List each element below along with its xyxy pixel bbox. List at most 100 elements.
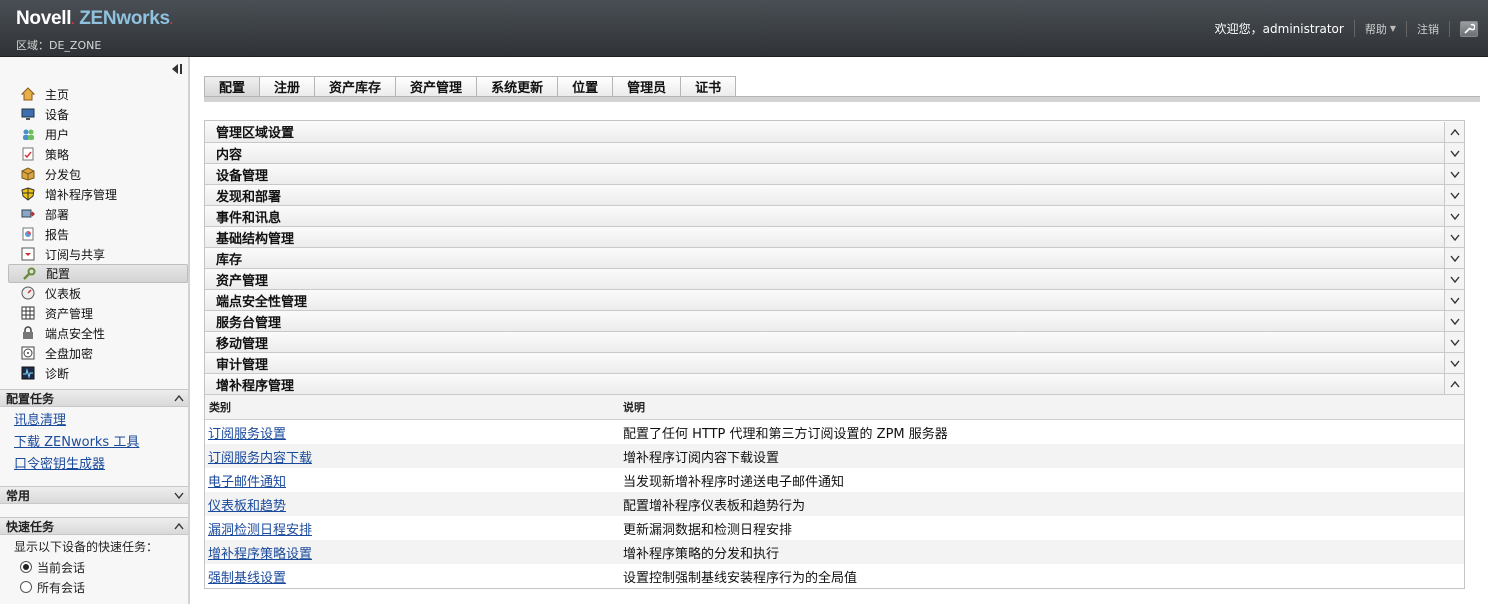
sidebar-item-policies[interactable]: 策略 bbox=[8, 144, 188, 164]
common-header[interactable]: 常用 bbox=[0, 486, 188, 504]
radio-all-sessions[interactable]: 所有会话 bbox=[14, 577, 158, 597]
sidebar-item-label: 端点安全性 bbox=[45, 326, 106, 341]
collapse-left-icon bbox=[172, 64, 182, 74]
wrench-icon bbox=[1464, 23, 1475, 34]
sidebar-item-devices[interactable]: 设备 bbox=[8, 104, 188, 124]
category-link[interactable]: 强制基线设置 bbox=[208, 571, 286, 586]
section-endpoint-security-management[interactable]: 端点安全性管理 bbox=[205, 290, 1464, 311]
task-link-download-tools[interactable]: 下载 ZENworks 工具 bbox=[14, 432, 139, 454]
novell-zenworks-logo[interactable]: Novell. ZENworks. bbox=[16, 8, 173, 30]
description-cell: 更新漏洞数据和检测日程安排 bbox=[623, 522, 793, 538]
column-header-category: 类别 bbox=[209, 401, 231, 414]
chevron-down-icon[interactable] bbox=[1444, 248, 1464, 268]
sidebar-item-home[interactable]: 主页 bbox=[8, 84, 188, 104]
logout-link[interactable]: 注销 bbox=[1407, 20, 1450, 37]
section-label: 内容 bbox=[216, 147, 243, 163]
section-infrastructure-management[interactable]: 基础结构管理 bbox=[205, 227, 1464, 248]
section-label: 设备管理 bbox=[216, 168, 269, 184]
tab-registration[interactable]: 注册 bbox=[260, 76, 316, 97]
sidebar-item-bundles[interactable]: 分发包 bbox=[8, 164, 188, 184]
sidebar-item-subscriptions[interactable]: 订阅与共享 bbox=[8, 244, 188, 264]
category-link[interactable]: 增补程序策略设置 bbox=[208, 547, 312, 562]
chevron-down-icon[interactable] bbox=[1444, 164, 1464, 184]
description-cell: 增补程序订阅内容下载设置 bbox=[623, 450, 780, 466]
sidebar-item-label: 增补程序管理 bbox=[45, 187, 118, 202]
help-menu[interactable]: 帮助 ▼ bbox=[1355, 20, 1407, 37]
sidebar-item-deployment[interactable]: 部署 bbox=[8, 204, 188, 224]
app-header: Novell. ZENworks. 区域：DE_ZONE 欢迎您，adminis… bbox=[0, 0, 1488, 57]
tab-system-updates[interactable]: 系统更新 bbox=[477, 76, 559, 97]
section-label: 审计管理 bbox=[216, 357, 269, 373]
sidebar-item-diagnostics[interactable]: 诊断 bbox=[8, 363, 188, 383]
chevron-up-icon[interactable] bbox=[1444, 374, 1464, 394]
category-link[interactable]: 电子邮件通知 bbox=[208, 475, 286, 490]
section-patch-management[interactable]: 增补程序管理 bbox=[205, 374, 1464, 395]
sidebar-item-label: 部署 bbox=[45, 207, 70, 222]
report-icon bbox=[20, 227, 36, 241]
chevron-up-icon[interactable] bbox=[1444, 121, 1464, 142]
radio-checked-icon bbox=[20, 561, 32, 573]
section-content[interactable]: 内容 bbox=[205, 143, 1464, 164]
section-asset-management[interactable]: 资产管理 bbox=[205, 269, 1464, 290]
sidebar-item-endpoint-security[interactable]: 端点安全性 bbox=[8, 323, 188, 343]
section-zone-settings[interactable]: 管理区域设置 bbox=[205, 121, 1464, 143]
sidebar-item-reports[interactable]: 报告 bbox=[8, 224, 188, 244]
brand-novell: Novell bbox=[16, 8, 72, 29]
chevron-down-icon[interactable] bbox=[1444, 332, 1464, 352]
category-link[interactable]: 漏洞检测日程安排 bbox=[208, 523, 312, 538]
collapse-sidebar-button[interactable] bbox=[170, 62, 184, 76]
section-service-desk-management[interactable]: 服务台管理 bbox=[205, 311, 1464, 332]
section-device-management[interactable]: 设备管理 bbox=[205, 164, 1464, 185]
category-link[interactable]: 订阅服务设置 bbox=[208, 427, 286, 442]
tools-button[interactable] bbox=[1460, 20, 1478, 37]
radio-current-session[interactable]: 当前会话 bbox=[14, 557, 158, 577]
sidebar-item-configuration[interactable]: 配置 bbox=[8, 264, 188, 283]
section-label: 服务台管理 bbox=[216, 315, 282, 331]
section-events-messaging[interactable]: 事件和讯息 bbox=[205, 206, 1464, 227]
chevron-down-icon[interactable] bbox=[1444, 269, 1464, 289]
tab-administrators[interactable]: 管理员 bbox=[613, 76, 682, 97]
task-link-passphrase-generator[interactable]: 口令密钥生成器 bbox=[14, 454, 139, 476]
tab-asset-inventory[interactable]: 资产库存 bbox=[315, 76, 397, 97]
sidebar-item-dashboard[interactable]: 仪表板 bbox=[8, 283, 188, 303]
description-cell: 增补程序策略的分发和执行 bbox=[623, 546, 780, 562]
chevron-down-icon[interactable] bbox=[1444, 143, 1464, 163]
chevron-down-icon[interactable] bbox=[1444, 185, 1464, 205]
section-inventory[interactable]: 库存 bbox=[205, 248, 1464, 269]
section-label: 资产管理 bbox=[216, 273, 269, 289]
chevron-down-icon[interactable] bbox=[1444, 290, 1464, 310]
sidebar-item-label: 订阅与共享 bbox=[45, 247, 106, 262]
chevron-down-icon[interactable] bbox=[1444, 353, 1464, 373]
tab-configuration[interactable]: 配置 bbox=[204, 76, 261, 97]
chevron-down-icon[interactable] bbox=[1444, 311, 1464, 331]
sidebar-item-patch-management[interactable]: 增补程序管理 bbox=[8, 184, 188, 204]
chevron-down-icon[interactable] bbox=[1444, 206, 1464, 226]
sidebar-item-label: 分发包 bbox=[45, 167, 82, 182]
section-audit-management[interactable]: 审计管理 bbox=[205, 353, 1464, 374]
settings-accordion: 管理区域设置 内容 设备管理 发现和部署 事件和讯息 基础结构管理 库存 资产管… bbox=[204, 120, 1465, 589]
section-discovery-deployment[interactable]: 发现和部署 bbox=[205, 185, 1464, 206]
chevron-down-icon bbox=[174, 492, 184, 499]
column-header-description: 说明 bbox=[623, 401, 645, 414]
tab-certificates[interactable]: 证书 bbox=[681, 76, 737, 97]
task-link-message-cleanup[interactable]: 讯息清理 bbox=[14, 410, 139, 432]
category-link[interactable]: 仪表板和趋势 bbox=[208, 499, 286, 514]
brand-mark: . bbox=[169, 13, 173, 27]
chevron-down-icon[interactable] bbox=[1444, 227, 1464, 247]
quick-tasks-header[interactable]: 快速任务 bbox=[0, 517, 188, 535]
section-title: 配置任务 bbox=[6, 391, 55, 406]
table-row: 强制基线设置 设置控制强制基线安装程序行为的全局值 bbox=[205, 564, 1464, 588]
section-label: 发现和部署 bbox=[216, 189, 282, 205]
config-tasks-header[interactable]: 配置任务 bbox=[0, 389, 188, 407]
tab-locations[interactable]: 位置 bbox=[558, 76, 614, 97]
sidebar-item-full-disk-encryption[interactable]: 全盘加密 bbox=[8, 343, 188, 363]
section-mobile-management[interactable]: 移动管理 bbox=[205, 332, 1464, 353]
sidebar-item-asset-management[interactable]: 资产管理 bbox=[8, 303, 188, 323]
category-link[interactable]: 订阅服务内容下载 bbox=[208, 451, 312, 466]
tab-asset-management[interactable]: 资产管理 bbox=[396, 76, 478, 97]
table-row: 订阅服务设置 配置了任何 HTTP 代理和第三方订阅设置的 ZPM 服务器 bbox=[205, 420, 1464, 444]
policy-icon bbox=[20, 147, 36, 161]
package-icon bbox=[20, 167, 36, 181]
sidebar-item-users[interactable]: 用户 bbox=[8, 124, 188, 144]
dashboard-icon bbox=[20, 286, 36, 300]
